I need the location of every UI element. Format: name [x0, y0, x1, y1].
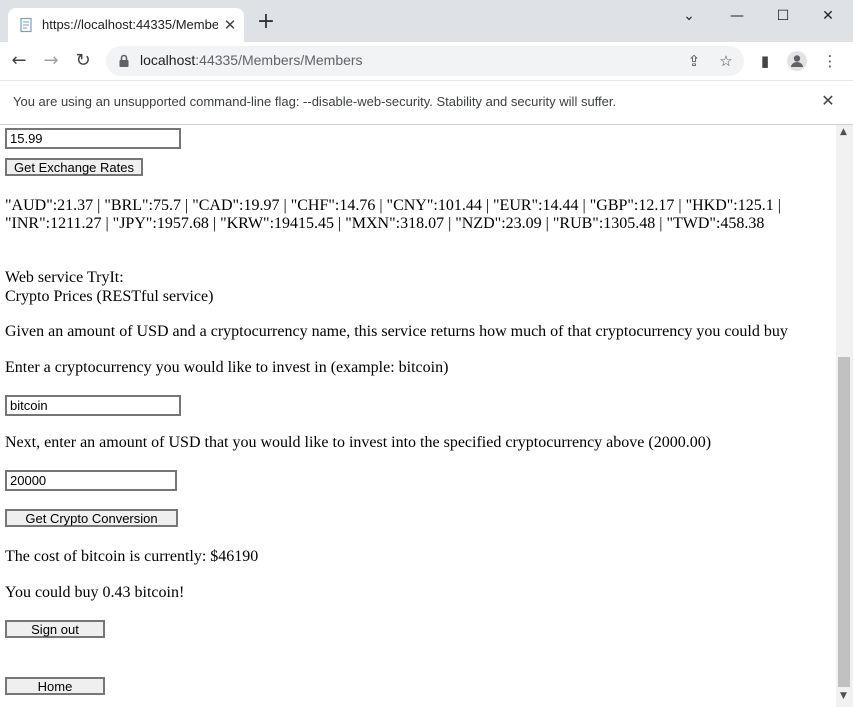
- page-viewport: Get Exchange Rates "AUD":21.37 | "BRL":7…: [0, 125, 836, 707]
- sign-out-button[interactable]: Sign out: [5, 620, 105, 638]
- share-icon[interactable]: ⇪: [684, 51, 704, 71]
- amount-input[interactable]: [5, 128, 181, 149]
- warning-infobar: You are using an unsupported command-lin…: [0, 80, 853, 125]
- crypto-cost-text: The cost of bitcoin is currently: $46190: [5, 548, 259, 565]
- usd-amount-input[interactable]: [5, 470, 177, 491]
- get-exchange-rates-button[interactable]: Get Exchange Rates: [5, 158, 143, 176]
- infobar-message: You are using an unsupported command-lin…: [13, 94, 617, 109]
- browser-toolbar: ← → ↻ localhost:44335/Members/Members ⇪ …: [0, 42, 853, 80]
- exchange-rates-line-1: "AUD":21.37 | "BRL":75.7 | "CAD":19.97 |…: [5, 197, 781, 214]
- reload-icon[interactable]: ↻: [72, 50, 94, 72]
- new-tab-icon[interactable]: +: [256, 11, 276, 33]
- vertical-scrollbar[interactable]: ▲ ▼: [836, 125, 853, 707]
- back-icon[interactable]: ←: [8, 50, 30, 72]
- usd-prompt: Next, enter an amount of USD that you wo…: [5, 434, 712, 451]
- home-button[interactable]: Home: [5, 677, 105, 695]
- scrollbar-thumb[interactable]: [838, 357, 850, 687]
- side-panel-icon[interactable]: ▮: [755, 51, 775, 71]
- exchange-rates-line-2: "INR":1211.27 | "JPY":1957.68 | "KRW":19…: [5, 215, 765, 232]
- url-text[interactable]: localhost:44335/Members/Members: [140, 52, 363, 68]
- infobar-close-icon[interactable]: ✕: [818, 91, 838, 111]
- crypto-name-input[interactable]: [5, 395, 181, 416]
- url-path: :44335/Members/Members: [195, 52, 363, 68]
- service-name: Crypto Prices (RESTful service): [5, 288, 214, 305]
- menu-icon[interactable]: ⋮: [820, 51, 840, 71]
- tab-title: https://localhost:44335/Members/Members: [42, 17, 218, 32]
- bookmark-star-icon[interactable]: ☆: [716, 51, 736, 71]
- profile-avatar-icon[interactable]: [786, 50, 808, 72]
- window-close-icon[interactable]: ✕: [813, 6, 843, 26]
- maximize-icon[interactable]: ☐: [768, 6, 798, 26]
- scroll-down-icon[interactable]: ▼: [840, 691, 847, 701]
- scroll-up-icon[interactable]: ▲: [840, 127, 847, 137]
- tryit-heading: Web service TryIt:: [5, 269, 124, 286]
- crypto-result-text: You could buy 0.43 bitcoin!: [5, 584, 185, 601]
- forward-icon[interactable]: →: [40, 50, 62, 72]
- tab-strip: https://localhost:44335/Members/Members …: [0, 0, 853, 42]
- crypto-prompt: Enter a cryptocurrency you would like to…: [5, 359, 449, 376]
- tab-close-icon[interactable]: ✕: [222, 17, 238, 33]
- url-host: localhost: [140, 52, 196, 68]
- browser-chrome: https://localhost:44335/Members/Members …: [0, 0, 853, 125]
- browser-tab[interactable]: https://localhost:44335/Members/Members …: [8, 8, 244, 42]
- get-crypto-conversion-button[interactable]: Get Crypto Conversion: [5, 509, 178, 527]
- tab-search-chevron-icon[interactable]: ⌄: [674, 6, 704, 26]
- minimize-icon[interactable]: —: [722, 6, 752, 26]
- page-icon: [20, 17, 32, 33]
- address-bar[interactable]: localhost:44335/Members/Members ⇪ ☆: [106, 46, 744, 76]
- service-description: Given an amount of USD and a cryptocurre…: [5, 323, 788, 340]
- lock-icon[interactable]: [116, 53, 132, 69]
